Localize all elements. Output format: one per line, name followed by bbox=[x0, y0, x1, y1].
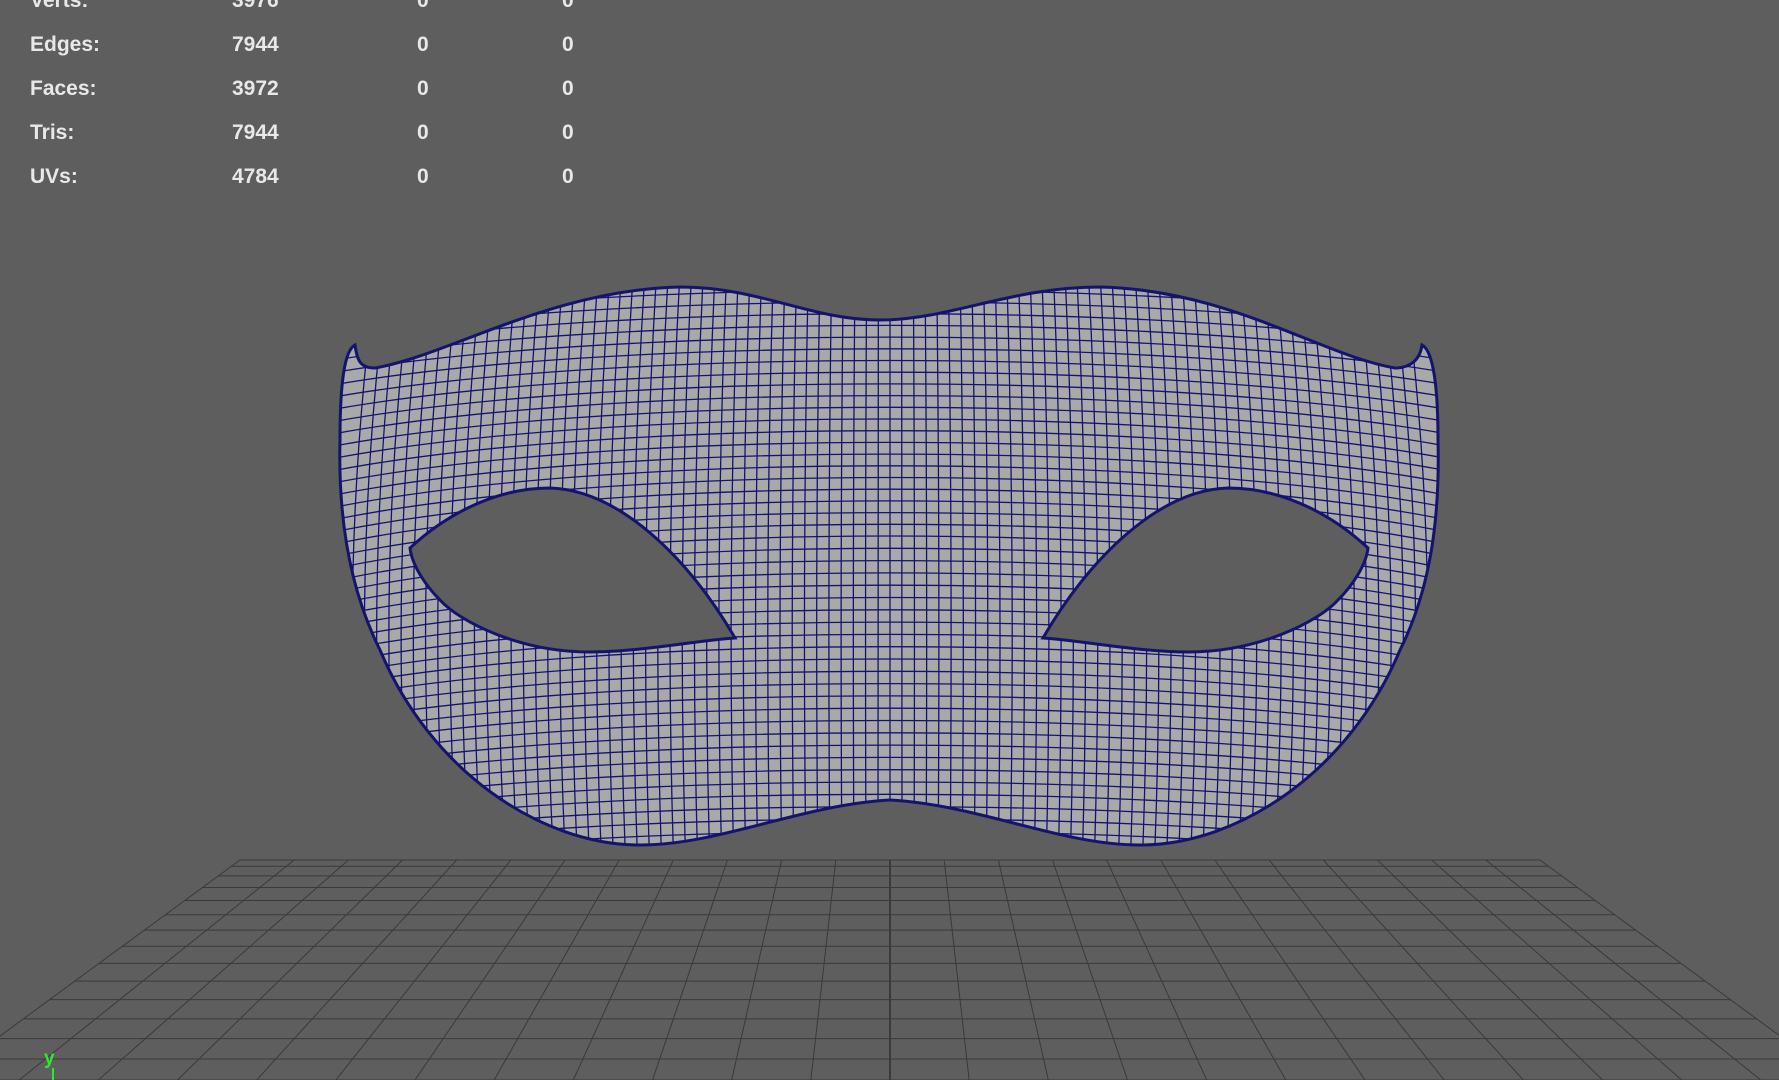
axis-y-line bbox=[52, 1068, 54, 1080]
hud-row: Edges: 7944 0 0 bbox=[0, 31, 620, 59]
grid-line bbox=[1485, 859, 1762, 1080]
axis-y-label: y bbox=[44, 1048, 55, 1069]
wire-line bbox=[339, 287, 1439, 315]
grid-line bbox=[652, 859, 728, 1080]
grid-line bbox=[810, 859, 837, 1080]
hud-row: Verts: 3976 0 0 bbox=[0, 0, 620, 15]
wire-line bbox=[877, 287, 879, 845]
hud-total-count: 4784 bbox=[232, 165, 279, 188]
grid-line bbox=[997, 859, 1049, 1080]
wire-line bbox=[339, 818, 1439, 845]
hud-component-count: 0 bbox=[562, 0, 574, 12]
grid-line bbox=[1431, 859, 1682, 1080]
grid-line bbox=[731, 859, 783, 1080]
hud-selected-count: 0 bbox=[417, 165, 429, 188]
wire-line bbox=[339, 287, 1439, 302]
mask-mesh[interactable] bbox=[320, 255, 1460, 865]
hud-label: UVs: bbox=[30, 165, 78, 188]
grid-line bbox=[1214, 859, 1366, 1080]
grid-line bbox=[943, 859, 970, 1080]
hud-label: Edges: bbox=[30, 33, 101, 56]
hud-component-count: 0 bbox=[562, 77, 574, 100]
hud-total-count: 3976 bbox=[232, 0, 279, 12]
grid-line bbox=[0, 859, 241, 1037]
grid-line bbox=[177, 859, 403, 1080]
grid-line bbox=[1052, 859, 1128, 1080]
grid-line bbox=[1322, 859, 1524, 1080]
hud-component-count: 0 bbox=[562, 33, 574, 56]
hud-selected-count: 0 bbox=[417, 121, 429, 144]
grid-line bbox=[1160, 859, 1287, 1080]
hud-component-count: 0 bbox=[562, 121, 574, 144]
grid-line bbox=[1539, 859, 1779, 1036]
hud-selected-count: 0 bbox=[417, 77, 429, 100]
grid-line bbox=[572, 859, 674, 1080]
grid-line bbox=[414, 859, 566, 1080]
wire-line bbox=[901, 287, 903, 845]
hud-label: Tris: bbox=[30, 121, 75, 144]
hud-total-count: 7944 bbox=[232, 33, 279, 56]
hud-row: UVs: 4784 0 0 bbox=[0, 163, 620, 191]
grid-line bbox=[335, 859, 512, 1080]
wire-line bbox=[339, 805, 1439, 843]
hud-selected-count: 0 bbox=[417, 33, 429, 56]
hud-label: Verts: bbox=[30, 0, 89, 12]
grid-line bbox=[1268, 859, 1445, 1080]
grid-line bbox=[98, 859, 349, 1080]
grid-line bbox=[1106, 859, 1208, 1080]
hud-total-count: 7944 bbox=[232, 121, 279, 144]
hud-row: Faces: 3972 0 0 bbox=[0, 75, 620, 103]
grid-line bbox=[1377, 859, 1603, 1080]
hud-selected-count: 0 bbox=[417, 0, 429, 12]
3d-viewport[interactable]: Verts: 3976 0 0 Edges: 7944 0 0 Faces: 3972 0 0 Tris… bbox=[0, 0, 1779, 1080]
hud-label: Faces: bbox=[30, 77, 97, 100]
grid-line bbox=[18, 859, 295, 1080]
grid-line bbox=[493, 859, 620, 1080]
grid-line bbox=[256, 859, 458, 1080]
ground-grid bbox=[0, 859, 1779, 1080]
poly-count-hud: Verts: 3976 0 0 Edges: 7944 0 0 Faces: 3972 0 0 Tris… bbox=[0, 0, 620, 200]
hud-total-count: 3972 bbox=[232, 77, 279, 100]
hud-component-count: 0 bbox=[562, 165, 574, 188]
hud-row: Tris: 7944 0 0 bbox=[0, 119, 620, 147]
wire-line bbox=[339, 287, 1439, 290]
